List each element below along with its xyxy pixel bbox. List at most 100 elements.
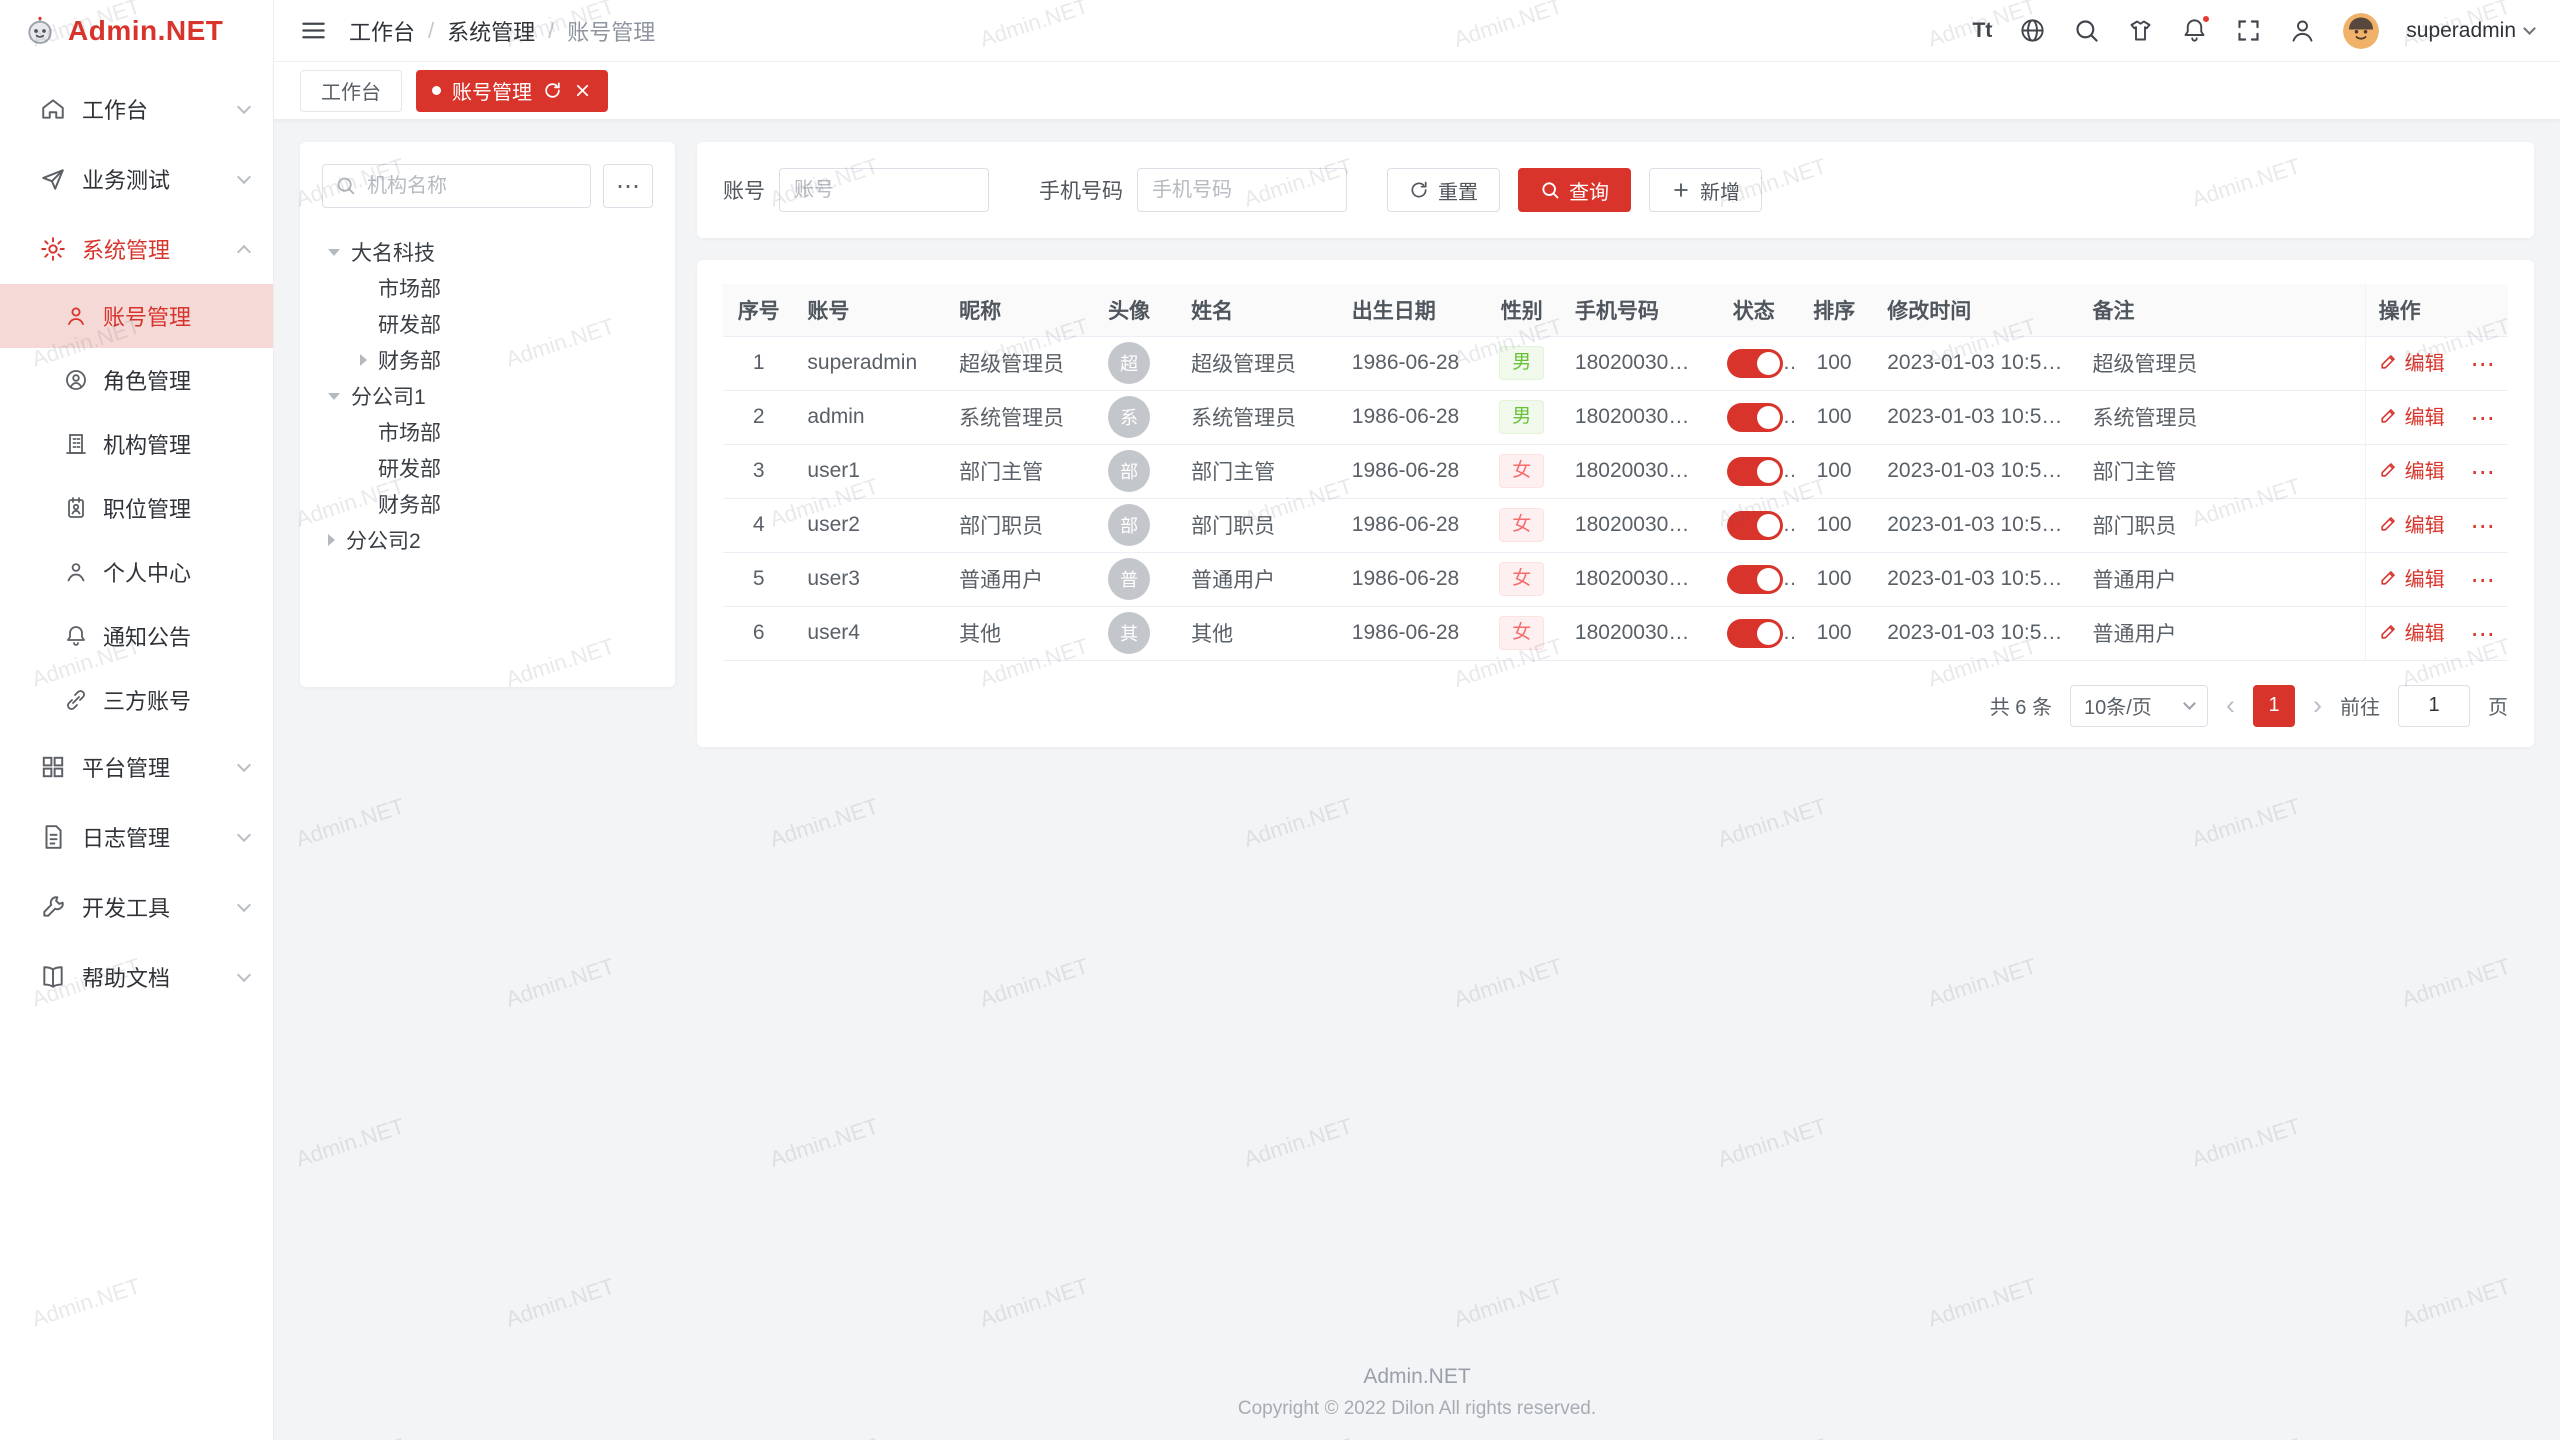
phone-filter-label: 手机号码 <box>1039 175 1123 205</box>
sidebar-item-dev-tools[interactable]: 开发工具 <box>0 872 273 942</box>
org-more-button[interactable]: ⋯ <box>603 164 653 208</box>
column-header: 头像 <box>1080 284 1178 336</box>
row-more-button[interactable]: ⋯ <box>2470 351 2494 378</box>
row-more-button[interactable]: ⋯ <box>2470 405 2494 432</box>
sidebar-item-notice[interactable]: 通知公告 <box>0 604 273 668</box>
prev-page-button[interactable]: ‹ <box>2226 692 2235 719</box>
tab-workbench[interactable]: 工作台 <box>300 70 402 112</box>
status-toggle[interactable] <box>1727 511 1783 540</box>
status-toggle[interactable] <box>1727 349 1783 378</box>
sidebar-item-org-management[interactable]: 机构管理 <box>0 412 273 476</box>
row-more-button[interactable]: ⋯ <box>2470 513 2494 540</box>
row-more-button[interactable]: ⋯ <box>2470 567 2494 594</box>
user-avatar[interactable] <box>2343 13 2379 49</box>
search-icon[interactable] <box>2073 17 2100 44</box>
status-toggle[interactable] <box>1727 403 1783 432</box>
caret-right-icon[interactable] <box>360 354 367 366</box>
filter-bar: 账号 手机号码 重置 查询 <box>697 142 2534 238</box>
hamburger-menu-icon[interactable] <box>300 17 327 44</box>
sidebar-item-workbench[interactable]: 工作台 <box>0 74 273 144</box>
search-button[interactable]: 查询 <box>1518 168 1631 212</box>
home-icon <box>40 96 66 122</box>
sidebar-item-personal-center[interactable]: 个人中心 <box>0 540 273 604</box>
edit-button[interactable]: 编辑 <box>2379 509 2445 538</box>
topbar: 工作台 / 系统管理 / 账号管理 Tt superadmin <box>274 0 2560 62</box>
edit-button[interactable]: 编辑 <box>2379 617 2445 646</box>
tree-node[interactable]: 财务部 <box>322 486 653 522</box>
chevron-down-icon <box>237 968 251 982</box>
tree-node[interactable]: 研发部 <box>322 306 653 342</box>
edit-button[interactable]: 编辑 <box>2379 347 2445 376</box>
caret-right-icon[interactable] <box>328 534 335 546</box>
column-header: 昵称 <box>946 284 1080 336</box>
sidebar-item-business-test[interactable]: 业务测试 <box>0 144 273 214</box>
theme-skin-icon[interactable] <box>2127 17 2154 44</box>
tree-node[interactable]: 市场部 <box>322 414 653 450</box>
page-number-current[interactable]: 1 <box>2253 685 2295 727</box>
accounts-table-card: 序号 账号 昵称 头像 姓名 出生日期 性别 手机号码 状态 排序 <box>697 260 2534 747</box>
edit-button[interactable]: 编辑 <box>2379 455 2445 484</box>
user-menu[interactable]: superadmin <box>2406 19 2534 43</box>
chevron-down-icon <box>237 828 251 842</box>
cell-remark: 部门职员 <box>2080 498 2366 552</box>
sidebar: Admin.NET 工作台 业务测试 系统管理 账号管理 <box>0 0 274 1440</box>
sidebar-menu: 工作台 业务测试 系统管理 账号管理 角色管理 <box>0 62 273 1012</box>
content-row: ⋯ 大名科技 市场部 研发部 财务部 分公司1 市场部 研发部 财务部 分公司2 <box>300 142 2534 747</box>
fullscreen-icon[interactable] <box>2235 17 2262 44</box>
goto-page-input[interactable] <box>2398 685 2470 727</box>
sidebar-item-help-docs[interactable]: 帮助文档 <box>0 942 273 1012</box>
refresh-icon[interactable] <box>543 81 562 100</box>
sidebar-item-role-management[interactable]: 角色管理 <box>0 348 273 412</box>
tree-node[interactable]: 财务部 <box>322 342 653 378</box>
phone-filter-input[interactable] <box>1137 168 1347 212</box>
account-filter-input[interactable] <box>779 168 989 212</box>
tree-node[interactable]: 分公司2 <box>322 522 653 558</box>
reset-button[interactable]: 重置 <box>1387 168 1500 212</box>
edit-button[interactable]: 编辑 <box>2379 401 2445 430</box>
next-page-button[interactable]: › <box>2313 692 2322 719</box>
tree-node[interactable]: 研发部 <box>322 450 653 486</box>
sidebar-item-label: 个人中心 <box>103 556 191 588</box>
gender-tag: 女 <box>1499 616 1544 650</box>
gender-tag: 女 <box>1499 562 1544 596</box>
sidebar-item-platform-management[interactable]: 平台管理 <box>0 732 273 802</box>
org-name-search-input[interactable] <box>322 164 591 208</box>
edit-pencil-icon <box>2379 460 2398 479</box>
user-icon <box>64 304 88 328</box>
cell-birth-date: 1986-06-28 <box>1339 498 1482 552</box>
breadcrumb-item[interactable]: 工作台 <box>349 15 415 47</box>
sidebar-item-system-management[interactable]: 系统管理 <box>0 214 273 284</box>
globe-icon[interactable] <box>2019 17 2046 44</box>
gear-icon <box>40 236 66 262</box>
tree-node[interactable]: 大名科技 <box>322 234 653 270</box>
tree-node-label: 市场部 <box>378 417 441 447</box>
sidebar-item-log-management[interactable]: 日志管理 <box>0 802 273 872</box>
tab-account-management[interactable]: 账号管理 <box>416 70 608 112</box>
caret-down-icon[interactable] <box>328 393 340 400</box>
tree-node[interactable]: 市场部 <box>322 270 653 306</box>
bell-icon[interactable] <box>2181 17 2208 44</box>
font-size-icon[interactable]: Tt <box>1972 19 1992 43</box>
caret-down-icon[interactable] <box>328 249 340 256</box>
cell-phone: 18020030720 <box>1562 390 1714 444</box>
close-icon[interactable] <box>573 81 592 100</box>
row-more-button[interactable]: ⋯ <box>2470 621 2494 648</box>
app-logo[interactable]: Admin.NET <box>0 0 273 62</box>
status-toggle[interactable] <box>1727 457 1783 486</box>
row-more-button[interactable]: ⋯ <box>2470 459 2494 486</box>
add-button[interactable]: 新增 <box>1649 168 1762 212</box>
status-toggle[interactable] <box>1727 619 1783 648</box>
breadcrumb: 工作台 / 系统管理 / 账号管理 <box>349 15 655 47</box>
sidebar-item-position-management[interactable]: 职位管理 <box>0 476 273 540</box>
sidebar-item-account-management[interactable]: 账号管理 <box>0 284 273 348</box>
right-column: 账号 手机号码 重置 查询 <box>697 142 2534 747</box>
edit-pencil-icon <box>2379 352 2398 371</box>
breadcrumb-item[interactable]: 系统管理 <box>447 15 535 47</box>
edit-button[interactable]: 编辑 <box>2379 563 2445 592</box>
status-toggle[interactable] <box>1727 565 1783 594</box>
page-size-select[interactable]: 10条/页 <box>2070 685 2208 727</box>
tree-node[interactable]: 分公司1 <box>322 378 653 414</box>
chevron-down-icon <box>237 170 251 184</box>
sidebar-item-third-party-account[interactable]: 三方账号 <box>0 668 273 732</box>
person-outline-icon[interactable] <box>2289 17 2316 44</box>
